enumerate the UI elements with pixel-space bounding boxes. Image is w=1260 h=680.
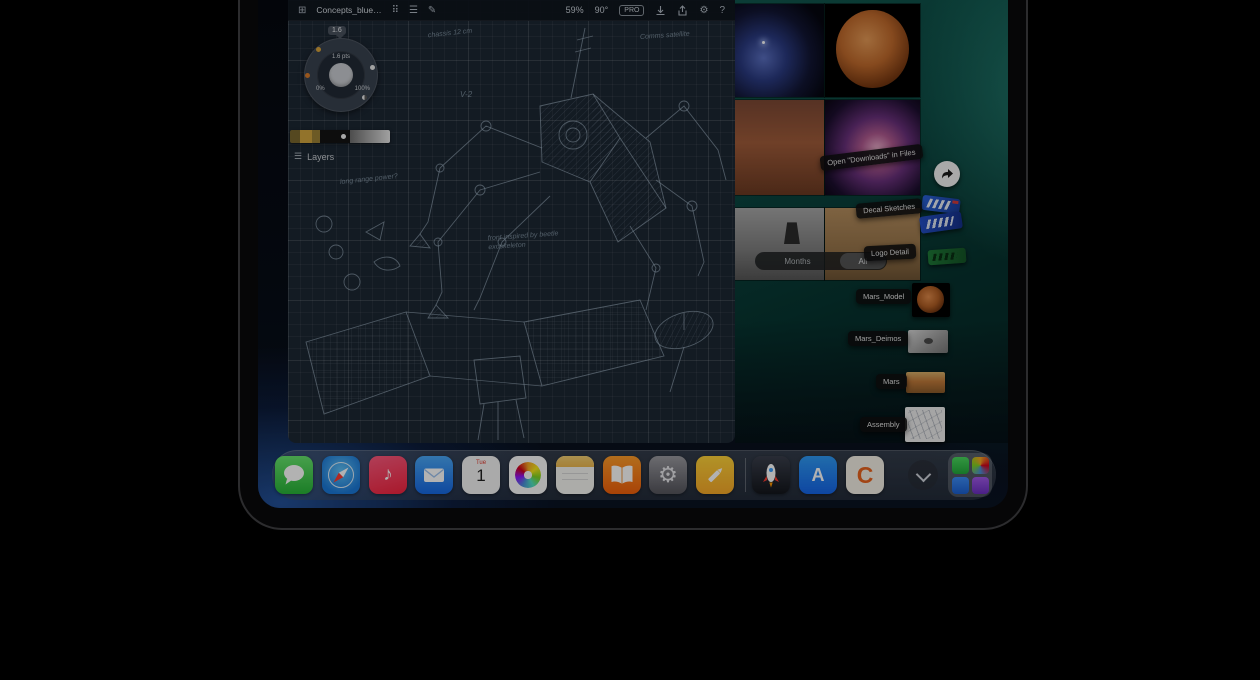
color-strip[interactable] (290, 130, 390, 143)
star-glow (762, 41, 765, 44)
ipad-screen: chassis 12 cm Comms satellite V-2 front … (258, 0, 1008, 508)
mini-app-icon-blue (952, 477, 969, 494)
concepts-canvas-window[interactable]: chassis 12 cm Comms satellite V-2 front … (288, 0, 735, 443)
music-app-icon[interactable]: ♪ (369, 456, 407, 494)
sticker-stripes (926, 199, 952, 210)
lander-silhouette (784, 222, 800, 244)
calendar-app-icon[interactable]: Tue 1 (462, 456, 500, 494)
photo-tile-mars-globe[interactable] (825, 4, 920, 97)
mini-app-icon-multicolor (972, 457, 989, 474)
drag-thumb-assembly[interactable] (905, 407, 945, 442)
drag-thumb-mars-model[interactable] (912, 283, 950, 317)
drag-item-label[interactable]: Mars_Model (856, 289, 911, 304)
tool-wheel[interactable]: 1.6 1.6 pts 0% 100% (304, 38, 378, 112)
app-store-letter: A (799, 456, 837, 494)
dots-grid-icon[interactable]: ⠿ (392, 5, 399, 16)
drag-item-label[interactable]: Logo Detail (864, 244, 917, 262)
photos-app-icon[interactable] (509, 456, 547, 494)
sticker-red-chip (952, 200, 958, 204)
dock-divider (745, 458, 746, 492)
rocket-app-icon[interactable] (752, 456, 790, 494)
opacity-max: 100% (355, 86, 370, 92)
sticker-stripes (926, 216, 954, 229)
photos-pane: Months All (735, 0, 1008, 443)
notes-app-icon[interactable] (556, 456, 594, 494)
import-icon[interactable] (655, 5, 666, 16)
color-dot-white[interactable] (370, 65, 375, 70)
pencil-app-icon[interactable] (696, 456, 734, 494)
layers-menu-icon: ☰ (294, 151, 302, 162)
help-icon[interactable]: ? (719, 5, 725, 16)
mini-app-icon-purple (972, 477, 989, 494)
mail-app-icon[interactable] (415, 456, 453, 494)
drag-item-label[interactable]: Mars (876, 374, 907, 389)
photos-flower-icon (515, 462, 541, 488)
document-title[interactable]: Concepts_blue… (316, 5, 381, 15)
concepts-letter: C (846, 456, 884, 494)
color-dot-gold[interactable] (316, 47, 321, 52)
apps-grid-icon[interactable]: ⊞ (298, 5, 306, 16)
tool-wheel-core[interactable] (329, 63, 353, 87)
photo-tile-mars-surface[interactable] (735, 100, 824, 195)
zoom-level[interactable]: 59% (566, 5, 584, 15)
messages-app-icon[interactable] (275, 456, 313, 494)
app-store-icon[interactable]: A (799, 456, 837, 494)
sticker-stripes (932, 252, 957, 261)
share-icon[interactable] (677, 5, 688, 16)
mini-app-icon-green (952, 457, 969, 474)
swatch-marker (341, 134, 346, 139)
drag-item-label[interactable]: Assembly (860, 417, 907, 432)
swatch-tan[interactable] (312, 130, 320, 143)
settings-app-icon[interactable]: ⚙ (649, 456, 687, 494)
drag-thumb-mars-deimos[interactable] (908, 330, 948, 353)
swatch-black[interactable] (320, 130, 350, 143)
settings-gear-icon[interactable]: ⚙ (699, 5, 708, 16)
opacity-min: 0% (316, 86, 325, 92)
dragged-app-stack[interactable] (948, 453, 992, 497)
color-dot-orange[interactable] (305, 73, 310, 78)
layers-panel-toggle[interactable]: ☰ Layers (294, 151, 334, 162)
segment-months[interactable]: Months (755, 257, 840, 266)
layers-label: Layers (307, 152, 334, 162)
swatch-gradient[interactable] (350, 130, 390, 143)
brush-size-pts: 1.6 pts (304, 54, 378, 60)
brush-size-tag: 1.6 (328, 26, 346, 35)
forward-arrow-icon (934, 161, 960, 187)
swatch-gold[interactable] (300, 130, 312, 143)
stage: chassis 12 cm Comms satellite V-2 front … (0, 0, 1260, 680)
sketch-lines (908, 410, 942, 439)
concepts-toolbar: ⊞ Concepts_blue… ⠿ ☰ ✎ 59% 90° PRO ⚙ ? (288, 0, 735, 21)
contrast-dot[interactable] (362, 95, 367, 100)
pro-badge: PRO (619, 5, 644, 16)
concepts-app-icon[interactable]: C (846, 456, 884, 494)
gear-icon: ⚙ (649, 456, 687, 494)
angle-value[interactable]: 90° (595, 5, 609, 15)
mars-sphere (917, 286, 944, 313)
drag-item-label[interactable]: Mars_Deimos (848, 331, 908, 346)
pen-icon[interactable]: ✎ (428, 5, 436, 16)
swatch-olive[interactable] (290, 130, 300, 143)
sliders-icon[interactable]: ☰ (409, 5, 418, 16)
dock-collapse-chevron-button[interactable] (908, 460, 938, 490)
calendar-day: 1 (462, 466, 500, 486)
drag-thumb-mars[interactable] (906, 372, 945, 393)
photo-tile-nebula[interactable] (735, 4, 824, 97)
safari-app-icon[interactable] (322, 456, 360, 494)
music-note-icon: ♪ (369, 456, 407, 494)
drag-thumb-logo-sticker[interactable] (928, 248, 967, 266)
books-app-icon[interactable] (603, 456, 641, 494)
mars-sphere (836, 10, 908, 88)
sketch-annotation: V-2 (460, 90, 472, 100)
moon-blob (924, 338, 933, 344)
